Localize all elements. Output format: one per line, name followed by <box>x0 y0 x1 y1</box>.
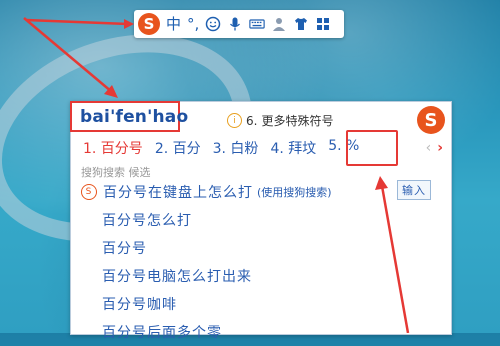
suggestion-text: 百分号后面多个零 <box>102 325 222 341</box>
pinyin-input-box[interactable]: bai'fen'hao <box>70 101 188 132</box>
suggestion-text: 百分号电脑怎么打出来 <box>102 269 252 285</box>
hint-number: 6. <box>246 113 258 128</box>
microphone-icon[interactable] <box>227 16 243 32</box>
punctuation-toggle[interactable]: °, <box>187 16 199 32</box>
grid-icon[interactable] <box>315 16 331 32</box>
list-item[interactable]: 百分号怎么打 <box>81 206 441 234</box>
sogou-panel-logo-icon: S <box>417 106 445 134</box>
list-item[interactable]: S 百分号在键盘上怎么打 (使用搜狗搜索) 输入 <box>81 178 441 206</box>
suggestion-text: 百分号咖啡 <box>102 297 177 313</box>
page-nav: ‹ › <box>426 140 443 156</box>
list-item[interactable]: 百分号电脑怎么打出来 <box>81 262 441 290</box>
candidate-row: 1. 百分号 2. 百分 3. 白粉 4. 拜坟 5. % <box>83 138 359 158</box>
candidate-3[interactable]: 3. 白粉 <box>213 138 259 158</box>
hint-text: 更多特殊符号 <box>261 114 334 128</box>
candidate-2[interactable]: 2. 百分 <box>155 138 201 158</box>
sogou-search-icon: S <box>81 184 97 200</box>
sogou-logo-icon[interactable]: S <box>138 13 160 35</box>
suggestion-list: S 百分号在键盘上怎么打 (使用搜狗搜索) 输入 百分号怎么打 百分号 百分号电… <box>81 178 441 346</box>
smiley-icon[interactable] <box>205 16 221 32</box>
special-symbols-hint[interactable]: i 6. 更多特殊符号 <box>227 112 333 129</box>
suggestion-text: 百分号 <box>102 241 147 257</box>
candidate-5-highlight <box>346 130 398 166</box>
keyboard-icon[interactable] <box>249 16 265 32</box>
shirt-icon[interactable] <box>293 16 309 32</box>
candidate-4[interactable]: 4. 拜坟 <box>270 138 316 158</box>
candidate-1[interactable]: 1. 百分号 <box>83 138 143 158</box>
list-item[interactable]: 百分号咖啡 <box>81 290 441 318</box>
list-item[interactable]: 百分号后面多个零 <box>81 318 441 346</box>
enter-button[interactable]: 输入 <box>397 180 431 200</box>
suggestion-text: 百分号在键盘上怎么打 <box>103 185 253 201</box>
pinyin-input-text: bai'fen'hao <box>80 106 189 127</box>
info-icon: i <box>227 113 242 128</box>
ime-toolbar: S 中 °, <box>134 10 344 38</box>
list-item[interactable]: 百分号 <box>81 234 441 262</box>
candidate-panel: i 6. 更多特殊符号 S 1. 百分号 2. 百分 3. 白粉 4. 拜坟 5… <box>70 101 452 341</box>
prev-page-icon[interactable]: ‹ <box>426 140 432 156</box>
suggestion-note: (使用搜狗搜索) <box>257 186 332 199</box>
user-icon[interactable] <box>271 16 287 32</box>
suggestion-text: 百分号怎么打 <box>102 213 192 229</box>
lang-toggle[interactable]: 中 <box>166 16 181 32</box>
next-page-icon[interactable]: › <box>437 140 443 156</box>
